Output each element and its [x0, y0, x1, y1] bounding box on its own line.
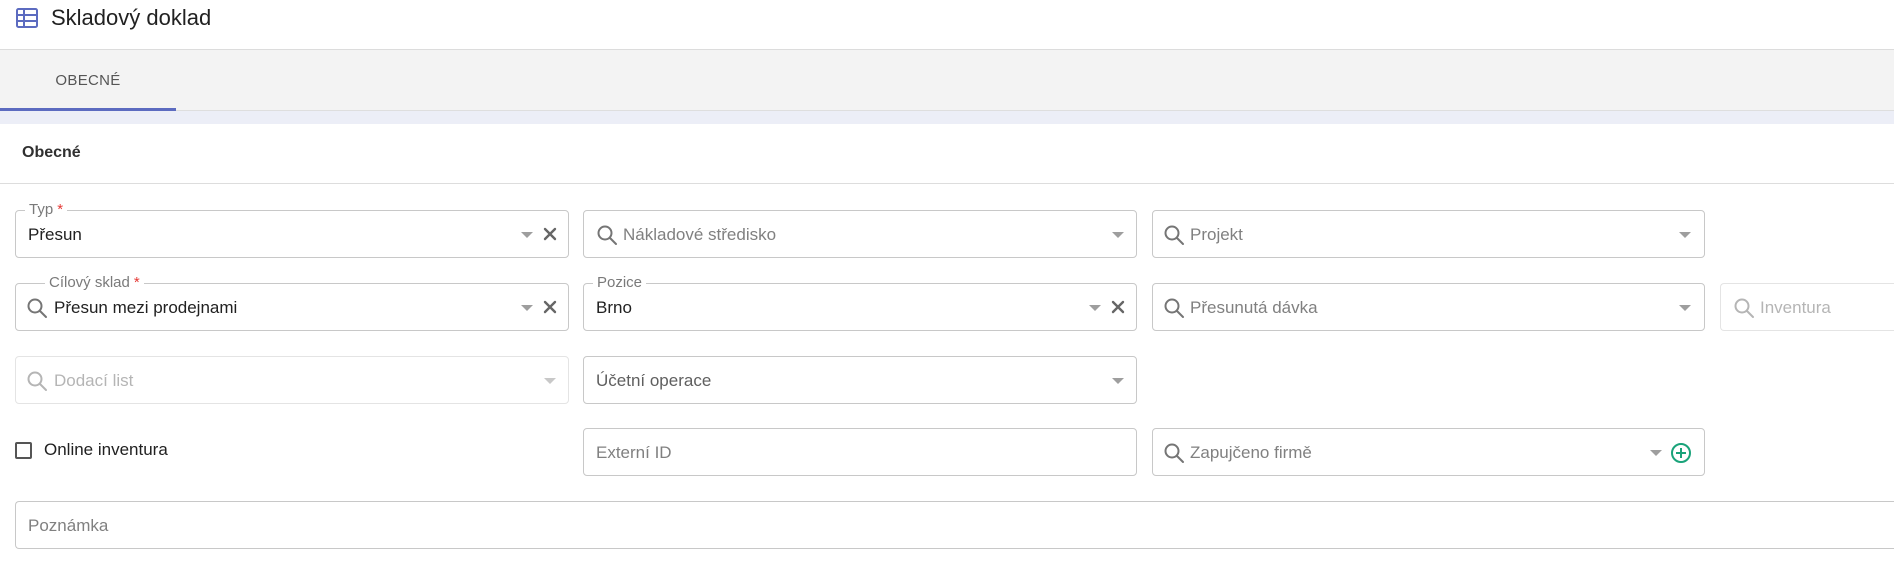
top-bar: Skladový doklad	[0, 0, 1894, 50]
close-icon[interactable]	[1110, 299, 1126, 315]
nakladove-stredisko-placeholder: Nákladové středisko	[623, 225, 777, 244]
poznamka-placeholder: Poznámka	[28, 516, 109, 535]
online-inventura-label: Online inventura	[44, 440, 168, 459]
inventura-placeholder: Inventura	[1760, 298, 1831, 317]
chevron-down-icon[interactable]	[1089, 305, 1101, 311]
cilovy-sklad-label: Cílový sklad *	[45, 273, 144, 293]
chevron-down-icon[interactable]	[1112, 232, 1124, 238]
chevron-down-icon[interactable]	[1679, 232, 1691, 238]
search-icon	[1734, 298, 1754, 318]
dodaci-list-select[interactable]: Dodací list	[15, 356, 569, 404]
presunuta-davka-placeholder: Přesunutá dávka	[1190, 298, 1318, 317]
search-icon	[27, 371, 47, 391]
section-divider	[0, 183, 1894, 184]
close-icon[interactable]	[542, 226, 558, 242]
projekt-placeholder: Projekt	[1190, 225, 1243, 244]
online-inventura-checkbox[interactable]	[15, 442, 32, 459]
cilovy-sklad-value: Přesun mezi prodejnami	[54, 298, 238, 317]
pozice-value: Brno	[596, 298, 632, 317]
add-circle-icon[interactable]	[1670, 442, 1692, 464]
projekt-select[interactable]: Projekt	[1152, 210, 1705, 258]
zapujceno-firme-select[interactable]: Zapujčeno firmě	[1152, 428, 1705, 476]
search-icon	[1164, 298, 1184, 318]
typ-value: Přesun	[28, 225, 82, 244]
section-title: Obecné	[22, 144, 81, 161]
tab-label: OBECNÉ	[55, 72, 121, 89]
close-icon[interactable]	[542, 299, 558, 315]
search-icon	[27, 298, 47, 318]
poznamka-input[interactable]: Poznámka	[15, 501, 1894, 549]
cilovy-sklad-select[interactable]: Cílový sklad * Přesun mezi prodejnami	[15, 273, 569, 331]
typ-select[interactable]: Typ * Přesun	[15, 200, 569, 258]
table-icon	[16, 8, 38, 28]
chevron-down-icon[interactable]	[521, 232, 533, 238]
externi-id-input[interactable]: Externí ID	[583, 428, 1137, 476]
pozice-label: Pozice	[593, 273, 647, 293]
inventura-select[interactable]: Inventura	[1720, 283, 1894, 331]
ucetni-operace-select[interactable]: Účetní operace	[583, 356, 1137, 404]
nakladove-stredisko-select[interactable]: Nákladové středisko	[583, 210, 1137, 258]
ucetni-operace-placeholder: Účetní operace	[596, 371, 712, 390]
chevron-down-icon[interactable]	[544, 378, 556, 384]
search-icon	[1164, 443, 1184, 463]
chevron-down-icon[interactable]	[1679, 305, 1691, 311]
page-title: Skladový doklad	[51, 5, 212, 30]
externi-id-placeholder: Externí ID	[596, 443, 672, 462]
search-icon	[1164, 225, 1184, 245]
tab-divider-band	[0, 111, 1894, 124]
zapujceno-firme-placeholder: Zapujčeno firmě	[1190, 443, 1312, 462]
pozice-select[interactable]: Pozice Brno	[583, 273, 1137, 331]
tab-bar: OBECNÉ	[0, 50, 1894, 111]
dodaci-list-placeholder: Dodací list	[54, 371, 134, 390]
chevron-down-icon[interactable]	[1650, 450, 1662, 456]
tab-obecne[interactable]: OBECNÉ	[0, 50, 176, 111]
chevron-down-icon[interactable]	[521, 305, 533, 311]
search-icon	[597, 225, 617, 245]
chevron-down-icon[interactable]	[1112, 378, 1124, 384]
presunuta-davka-select[interactable]: Přesunutá dávka	[1152, 283, 1705, 331]
typ-label: Typ *	[25, 200, 68, 220]
